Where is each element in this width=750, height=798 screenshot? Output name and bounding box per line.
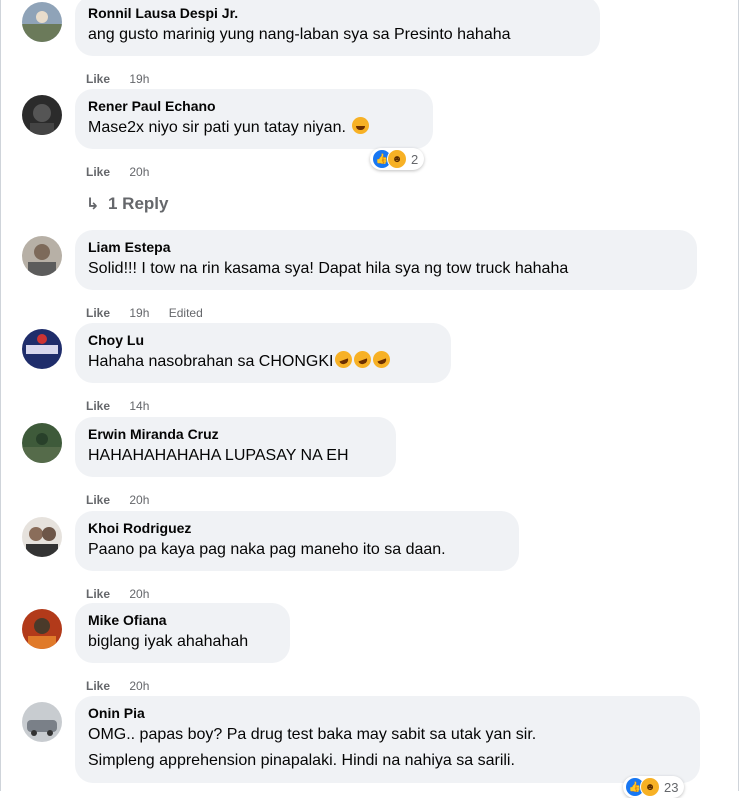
reply-arrow-icon: ↳ (86, 196, 100, 213)
like-button[interactable]: Like (86, 493, 110, 507)
haha-reaction-icon: ☻ (640, 777, 660, 797)
comment-item: Rener Paul Echano Mase2x niyo sir pati y… (0, 89, 738, 189)
comment-actions: Like 20h (86, 492, 165, 508)
comment-timestamp[interactable]: 20h (129, 587, 149, 601)
comment-item: Liam Estepa Solid!!! I tow na rin kasama… (0, 230, 738, 330)
comment-bubble: Onin Pia OMG.. papas boy? Pa drug test b… (75, 696, 700, 783)
like-button[interactable]: Like (86, 72, 110, 86)
avatar[interactable] (22, 517, 62, 557)
comment-item: Ronnil Lausa Despi Jr. ang gusto marinig… (0, 0, 738, 96)
like-button[interactable]: Like (86, 165, 110, 179)
comment-actions: Like 20h (86, 586, 165, 602)
comment-actions: Like 20h (86, 678, 165, 694)
comment-item: Khoi Rodriguez Paano pa kaya pag naka pa… (0, 511, 738, 611)
like-button[interactable]: Like (86, 306, 110, 320)
comment-text: HAHAHAHAHAHA LUPASAY NA EH (88, 447, 349, 464)
comment-timestamp[interactable]: 20h (129, 679, 149, 693)
comment-author[interactable]: Khoi Rodriguez (88, 520, 506, 537)
comment-text: biglang iyak ahahahah (88, 633, 249, 650)
comment-text: ang gusto marinig yung nang-laban sya sa… (88, 26, 511, 43)
comment-actions: Like 19h Edited (86, 305, 203, 321)
comment-bubble: Khoi Rodriguez Paano pa kaya pag naka pa… (75, 511, 519, 571)
comment-author[interactable]: Mike Ofiana (88, 612, 277, 629)
laughing-emoji-icon (352, 117, 370, 134)
comment-timestamp[interactable]: 19h (129, 72, 149, 86)
comment-bubble: Mike Ofiana biglang iyak ahahahah (75, 603, 290, 663)
comment-bubble: Ronnil Lausa Despi Jr. ang gusto marinig… (75, 0, 600, 56)
comment-item: Erwin Miranda Cruz HAHAHAHAHAHA LUPASAY … (0, 417, 738, 517)
reaction-summary[interactable]: 👍 ☻ 23 (623, 776, 685, 798)
comment-bubble: Choy Lu Hahaha nasobrahan sa CHONGKI (75, 323, 451, 383)
avatar[interactable] (22, 423, 62, 463)
avatar[interactable] (22, 702, 62, 742)
comment-author[interactable]: Choy Lu (88, 332, 438, 349)
comment-author[interactable]: Onin Pia (88, 705, 687, 722)
avatar[interactable] (22, 609, 62, 649)
comment-actions: Like 20h (86, 164, 165, 180)
reaction-count: 23 (664, 779, 679, 795)
comment-author[interactable]: Ronnil Lausa Despi Jr. (88, 5, 587, 22)
reply-link-label: 1 Reply (108, 194, 169, 213)
view-replies-link[interactable]: ↳ 1 Reply (86, 192, 168, 217)
laughing-emoji-icon (333, 348, 355, 371)
reaction-summary[interactable]: 👍 ☻ 2 (370, 148, 425, 170)
comment-bubble: Rener Paul Echano Mase2x niyo sir pati y… (75, 89, 433, 149)
comment-bubble: Liam Estepa Solid!!! I tow na rin kasama… (75, 230, 697, 290)
avatar[interactable] (22, 329, 62, 369)
comment-item: Choy Lu Hahaha nasobrahan sa CHONGKI Lik… (0, 323, 738, 423)
comment-author[interactable]: Erwin Miranda Cruz (88, 426, 383, 443)
like-button[interactable]: Like (86, 679, 110, 693)
haha-reaction-icon: ☻ (387, 149, 407, 169)
comment-actions: Like 14h (86, 398, 165, 414)
comment-text: Mase2x niyo sir pati yun tatay niyan. (88, 115, 420, 141)
comment-timestamp[interactable]: 20h (129, 165, 149, 179)
comment-text: Hahaha nasobrahan sa CHONGKI (88, 348, 438, 375)
comment-text: Solid!!! I tow na rin kasama sya! Dapat … (88, 260, 569, 277)
laughing-emoji-icon (371, 348, 393, 371)
avatar[interactable] (22, 95, 62, 135)
comment-bubble: Erwin Miranda Cruz HAHAHAHAHAHA LUPASAY … (75, 417, 396, 477)
comment-text: Paano pa kaya pag naka pag maneho ito sa… (88, 541, 446, 558)
avatar[interactable] (22, 2, 62, 42)
reaction-count: 2 (411, 151, 419, 167)
like-button[interactable]: Like (86, 587, 110, 601)
frame-border-right (738, 0, 739, 791)
comment-author[interactable]: Liam Estepa (88, 239, 684, 256)
comment-timestamp[interactable]: 14h (129, 399, 149, 413)
edited-label[interactable]: Edited (169, 306, 203, 320)
comment-item: Mike Ofiana biglang iyak ahahahah Like 2… (0, 603, 738, 703)
comment-item: Onin Pia OMG.. papas boy? Pa drug test b… (0, 696, 738, 798)
comment-text-line: OMG.. papas boy? Pa drug test baka may s… (88, 726, 537, 743)
comment-timestamp[interactable]: 20h (129, 493, 149, 507)
comment-timestamp[interactable]: 19h (129, 306, 149, 320)
comment-actions: Like 19h (86, 71, 165, 87)
comment-text-line: Simpleng apprehension pinapalaki. Hindi … (88, 752, 515, 769)
comment-author[interactable]: Rener Paul Echano (88, 98, 420, 115)
laughing-emoji-icon (352, 348, 374, 371)
like-button[interactable]: Like (86, 399, 110, 413)
avatar[interactable] (22, 236, 62, 276)
